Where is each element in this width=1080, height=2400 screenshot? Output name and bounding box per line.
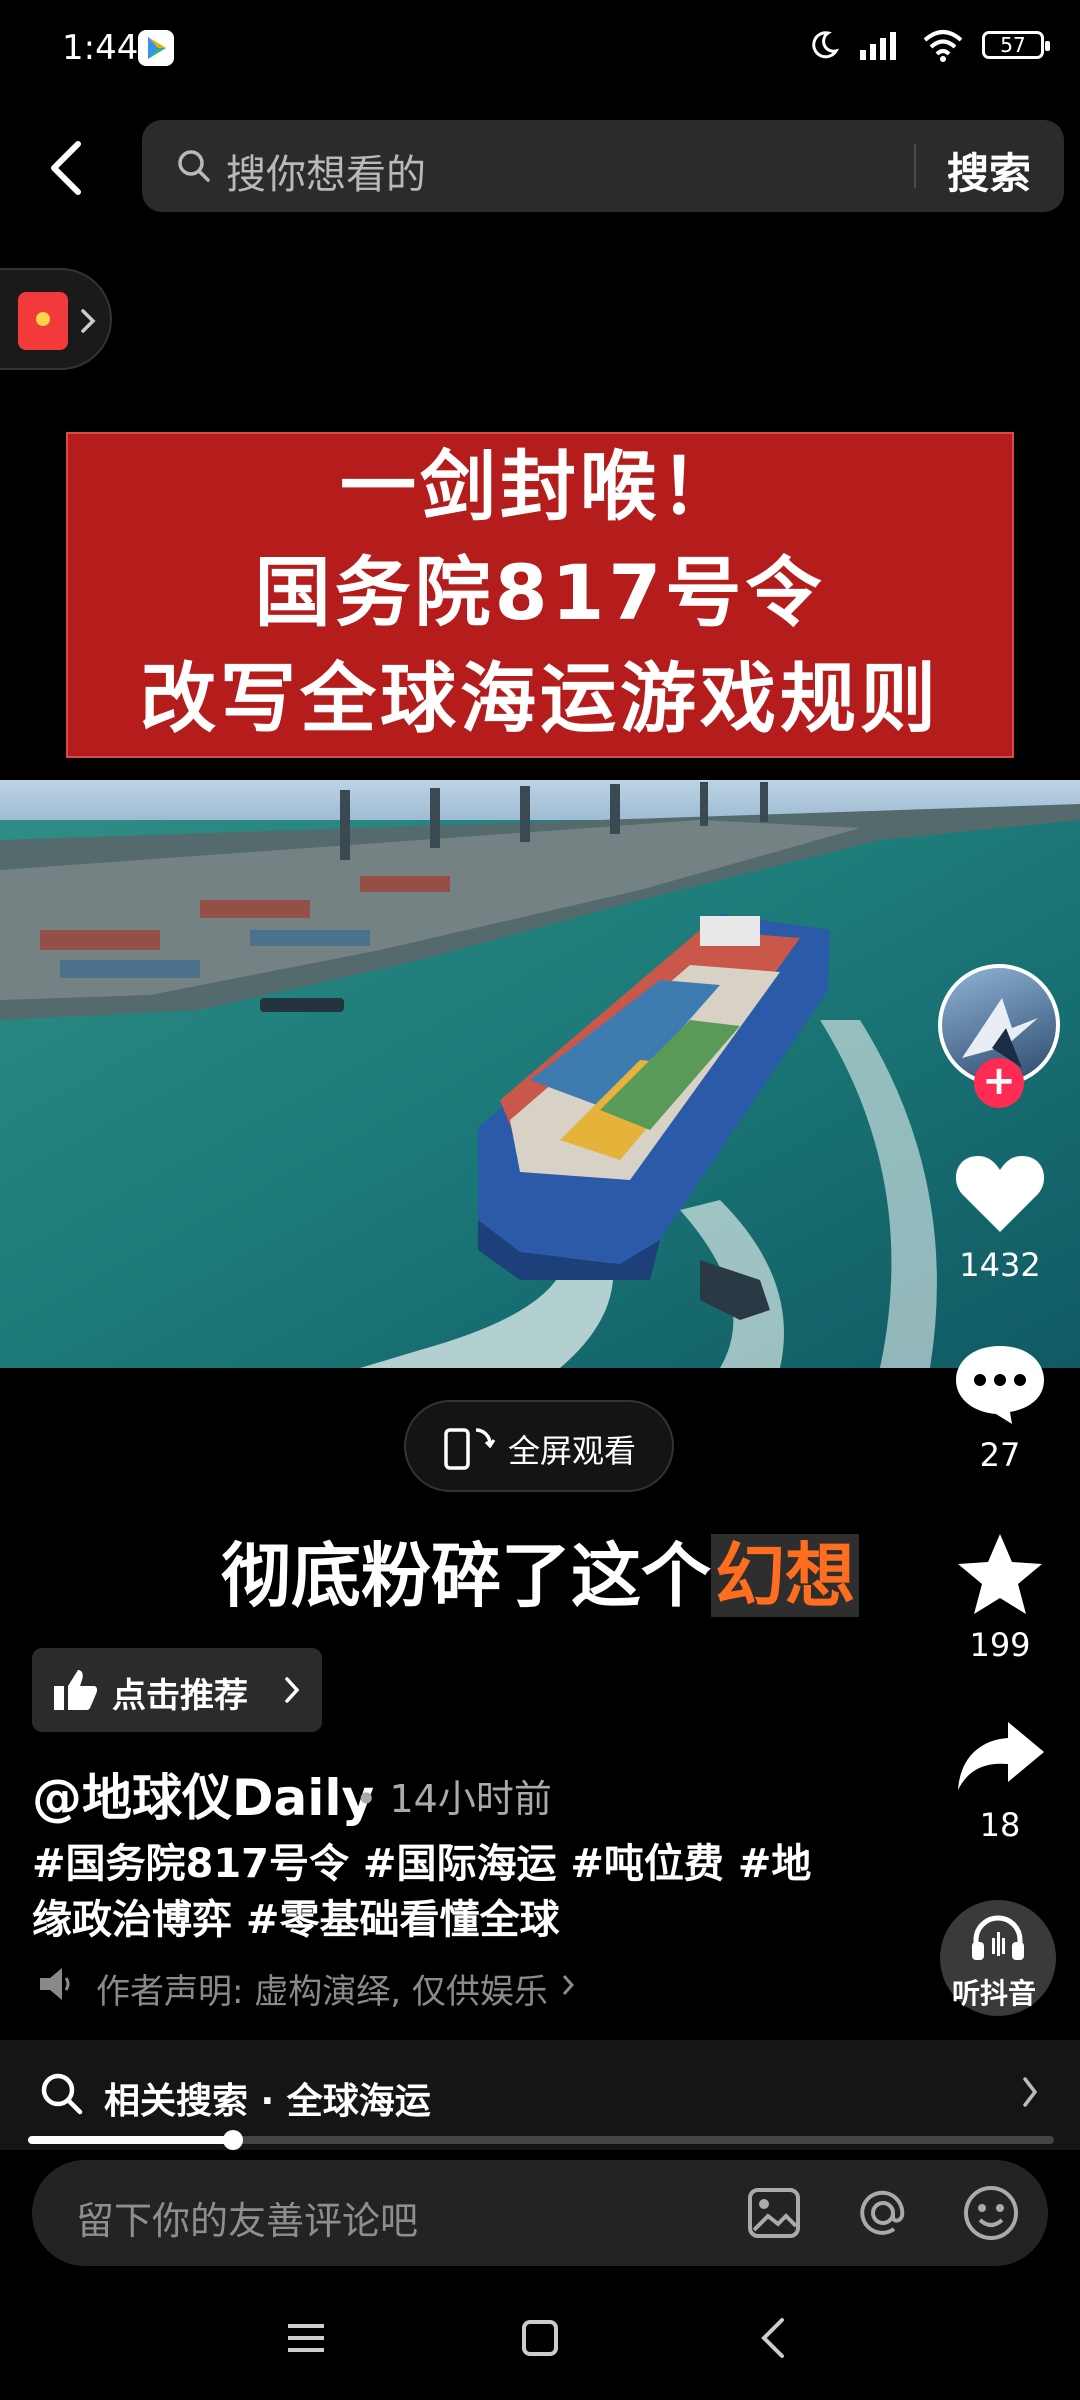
chevron-right-icon (562, 1975, 575, 1995)
status-time: 1:44 (62, 28, 139, 68)
headline-banner: 一剑封喉！ 国务院817号令 改写全球海运游戏规则 (66, 432, 1014, 758)
comment-placeholder: 留下你的友善评论吧 (76, 2199, 419, 2243)
hashtags[interactable]: #国务院817号令 #国际海运 #吨位费 #地 缘政治博弈 #零基础看懂全球 (32, 1836, 812, 1948)
video-frame[interactable] (0, 780, 1080, 1368)
heart-icon (955, 1156, 1045, 1232)
headline-line-3: 改写全球海运游戏规则 (140, 654, 940, 743)
listen-douyin-label: 听抖音 (952, 1977, 1037, 2010)
chevron-right-icon (81, 309, 96, 333)
fullscreen-button[interactable]: 全屏观看 (404, 1400, 674, 1492)
caption-text: 彻底粉碎了这个 (221, 1534, 711, 1617)
play-store-icon (138, 30, 174, 66)
hashtags-line-1[interactable]: #国务院817号令 #国际海运 #吨位费 #地 (32, 1836, 812, 1892)
search-icon (178, 150, 210, 182)
post-time: • 14小时前 (355, 1777, 552, 1821)
status-bar: 1:44 57 (0, 0, 1080, 100)
share-count: 18 (979, 1806, 1021, 1844)
share-arrow-icon (958, 1722, 1044, 1790)
related-search-bar[interactable]: 相关搜索 · 全球海运 (0, 2040, 1080, 2150)
wifi-icon (923, 30, 963, 62)
progress-fill (28, 2136, 234, 2144)
home-icon[interactable] (520, 2318, 560, 2358)
comment-input[interactable]: 留下你的友善评论吧 (32, 2160, 1048, 2266)
search-icon (41, 2073, 83, 2115)
recommend-label: 点击推荐 (112, 1676, 248, 1716)
red-packet-widget[interactable] (0, 268, 112, 370)
favorite-count: 199 (969, 1626, 1031, 1664)
rotate-phone-icon (444, 1428, 496, 1470)
speaker-icon (40, 1968, 70, 2000)
search-input[interactable]: 搜你想看的 (226, 142, 426, 200)
like-button[interactable]: 1432 (940, 1150, 1060, 1284)
back-nav-icon[interactable] (758, 2316, 788, 2360)
status-icons: 57 (808, 28, 1050, 62)
author-disclaimer[interactable]: 作者声明: 虚构演绎, 仅供娱乐 (96, 1964, 548, 2013)
like-count: 1432 (959, 1246, 1041, 1284)
comment-count: 27 (979, 1436, 1021, 1474)
author-name[interactable]: @地球仪Daily (32, 1758, 374, 1830)
search-bar[interactable]: 搜你想看的 搜索 (142, 120, 1064, 212)
thumbs-up-icon (54, 1670, 98, 1710)
headphones-icon (972, 1915, 1024, 1960)
headline-line-1: 一剑封喉！ (340, 442, 740, 531)
comment-icon (956, 1346, 1044, 1424)
menu-icon[interactable] (286, 2320, 326, 2356)
caption-highlight: 幻想 (711, 1534, 859, 1617)
system-nav-bar (0, 2280, 1080, 2400)
chevron-right-icon (1023, 2077, 1038, 2107)
share-button[interactable]: 18 (940, 1716, 1060, 1844)
related-search-label: 相关搜索 · 全球海运 (104, 2081, 431, 2122)
comment-button[interactable]: 27 (940, 1340, 1060, 1474)
follow-button[interactable]: + (974, 1058, 1024, 1108)
container-ship-image (0, 780, 1080, 1368)
red-envelope-icon (18, 292, 68, 350)
headline-line-2: 国务院817号令 (254, 548, 826, 637)
fullscreen-label: 全屏观看 (508, 1432, 637, 1470)
back-button[interactable] (40, 128, 100, 208)
emoji-icon[interactable] (962, 2184, 1020, 2242)
chevron-left-icon (51, 141, 81, 195)
listen-douyin-button[interactable]: 听抖音 (940, 1900, 1056, 2016)
video-progress-bar[interactable] (28, 2130, 1054, 2150)
image-icon[interactable] (746, 2186, 802, 2240)
chevron-right-icon (285, 1677, 300, 1703)
search-button[interactable]: 搜索 (947, 140, 1031, 201)
hashtags-line-2[interactable]: 缘政治博弈 #零基础看懂全球 (32, 1892, 812, 1948)
video-caption: 彻底粉碎了这个幻想 (0, 1520, 1080, 1621)
moon-icon (812, 31, 840, 59)
battery-indicator: 57 (982, 31, 1050, 59)
recommend-button[interactable]: 点击推荐 (32, 1648, 322, 1732)
signal-icon (860, 32, 896, 60)
at-mention-icon[interactable] (854, 2184, 912, 2242)
search-divider (914, 144, 916, 188)
